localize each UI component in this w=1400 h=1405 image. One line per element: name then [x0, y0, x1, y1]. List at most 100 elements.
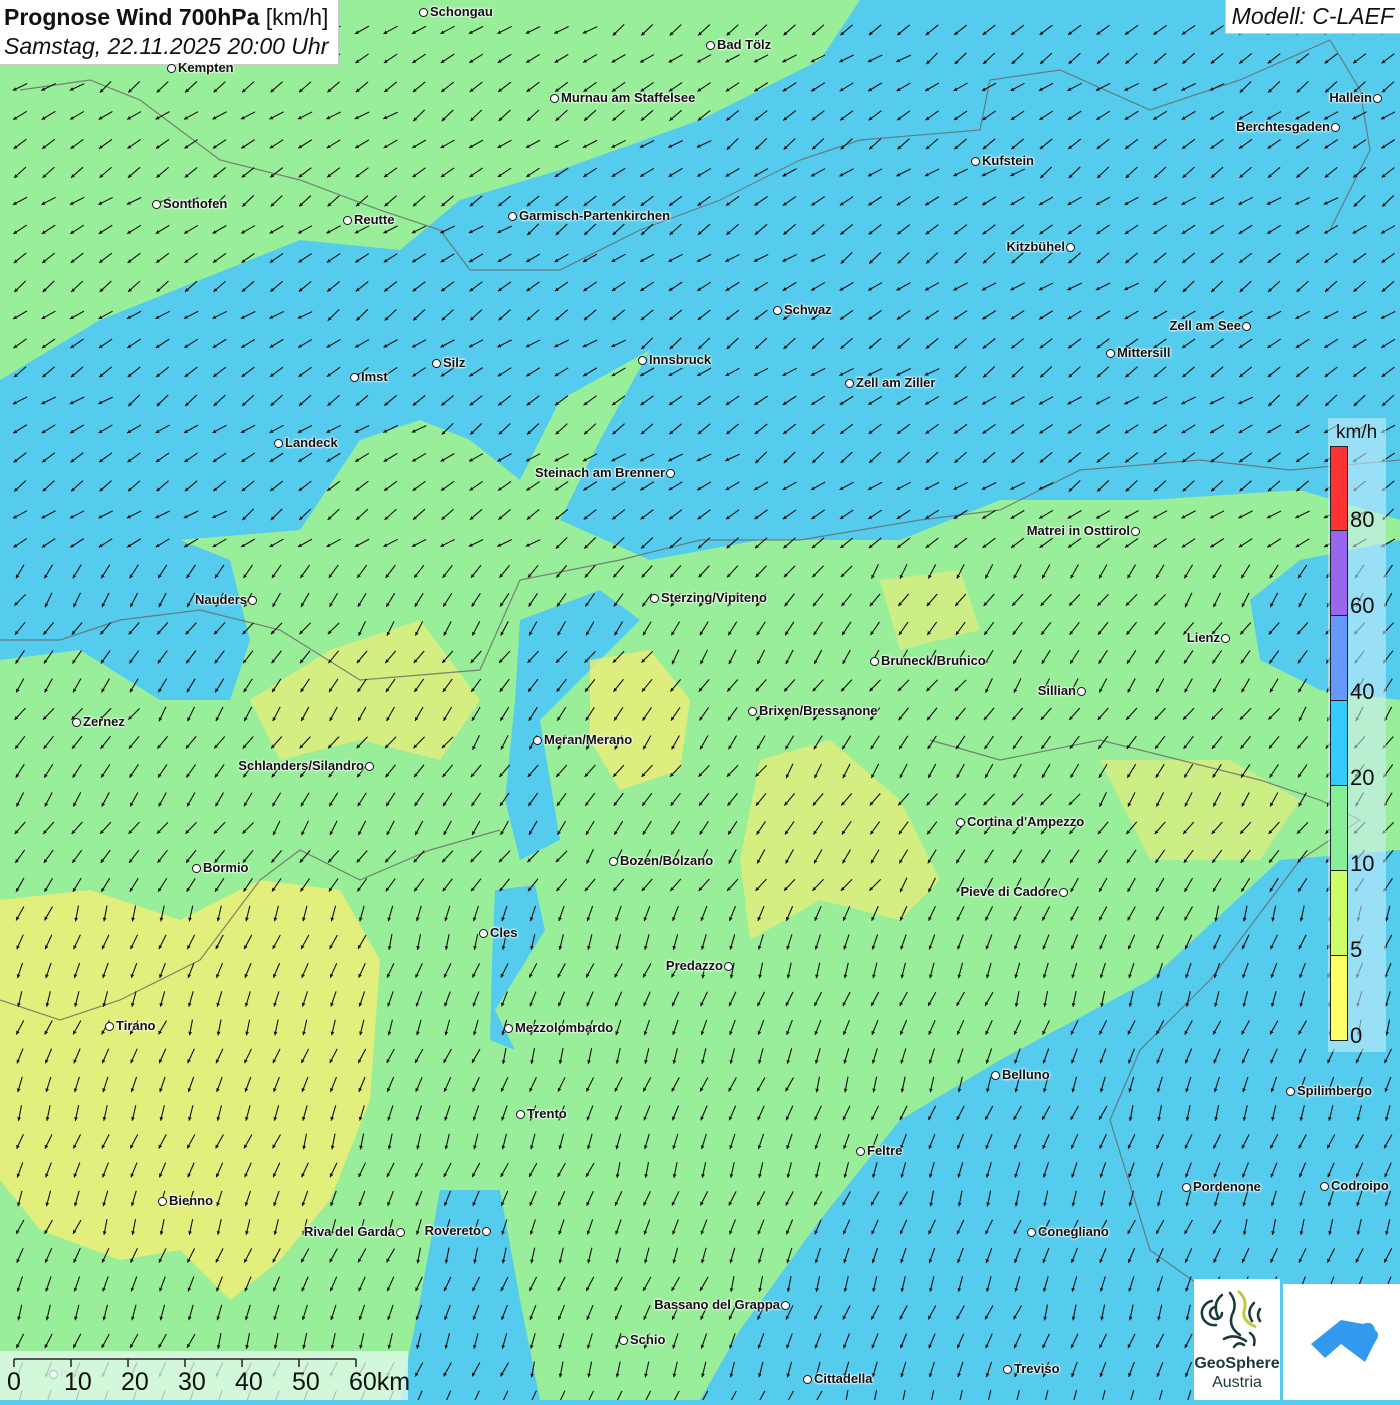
city-label: Bienno	[169, 1193, 214, 1208]
city-marker	[504, 1024, 513, 1033]
city-label: Meran/Merano	[544, 732, 633, 747]
city-label: Matrei in Osttirol	[1026, 523, 1130, 538]
scale-label: 40	[235, 1368, 263, 1396]
city-label: Bassano del Grappa	[654, 1297, 780, 1312]
city-label: Zernez	[83, 714, 125, 729]
city-label: Kufstein	[982, 153, 1034, 168]
city-marker	[350, 373, 359, 382]
geosphere-emblem-icon	[1200, 1289, 1262, 1349]
city-label: Kempten	[178, 60, 234, 75]
city-marker	[432, 359, 441, 368]
city-marker	[1320, 1182, 1329, 1191]
city-label: Nauders	[194, 592, 247, 607]
city-label: Cles	[490, 925, 518, 940]
legend-tick-label: 40	[1350, 679, 1375, 704]
city-marker	[158, 1197, 167, 1206]
city-marker	[609, 857, 618, 866]
city-label: Kitzbühel	[1006, 239, 1066, 254]
city-marker	[724, 962, 733, 971]
city-label: Schongau	[430, 4, 493, 19]
city-marker	[1221, 634, 1230, 643]
city-marker	[781, 1301, 790, 1310]
city-label: Berchtesgaden	[1236, 119, 1330, 134]
city-label: Schlanders/Silandro	[238, 758, 364, 773]
legend-tick-label: 0	[1350, 1023, 1363, 1048]
weather-app-logo	[1283, 1284, 1400, 1400]
city-label: Murnau am Staffelsee	[561, 90, 696, 105]
city-marker	[1286, 1087, 1295, 1096]
map-title: Prognose Wind 700hPa [km/h]	[4, 3, 328, 31]
city-marker	[1077, 687, 1086, 696]
city-marker	[1242, 322, 1251, 331]
city-label: Hallein	[1329, 90, 1372, 105]
city-marker	[748, 707, 757, 716]
legend-swatch	[1330, 871, 1348, 956]
city-marker	[619, 1336, 628, 1345]
mountain-cloud-icon	[1311, 1320, 1378, 1362]
city-label: Belluno	[1002, 1067, 1050, 1082]
city-label: Trento	[527, 1106, 567, 1121]
legend-swatch	[1330, 786, 1348, 871]
city-label: Innsbruck	[649, 352, 712, 367]
city-marker	[516, 1110, 525, 1119]
city-marker	[482, 1227, 491, 1236]
city-marker	[419, 8, 428, 17]
city-label: Mezzolombardo	[515, 1020, 614, 1035]
scale-label: 60km	[349, 1368, 411, 1396]
forecast-time: Samstag, 22.11.2025 20:00 Uhr	[4, 33, 329, 59]
legend-tick-label: 60	[1350, 593, 1375, 618]
city-marker	[248, 596, 257, 605]
city-marker	[1331, 123, 1340, 132]
city-marker	[1106, 349, 1115, 358]
city-marker	[773, 306, 782, 315]
city-marker	[956, 818, 965, 827]
geosphere-name: GeoSphere	[1194, 1355, 1280, 1372]
city-label: Sillian	[1037, 683, 1076, 698]
city-label: Sonthofen	[163, 196, 228, 211]
legend-swatch	[1330, 701, 1348, 786]
city-marker	[152, 200, 161, 209]
city-label: Riva del Garda	[303, 1224, 395, 1239]
city-marker	[192, 864, 201, 873]
city-label: Silz	[443, 355, 466, 370]
legend-tick-label: 20	[1350, 765, 1375, 790]
city-label: Spilimbergo	[1297, 1083, 1373, 1098]
geosphere-austria-logo: GeoSphere Austria	[1194, 1279, 1280, 1400]
city-marker	[105, 1022, 114, 1031]
city-marker	[479, 929, 488, 938]
city-label: Bozen/Bolzano	[620, 853, 714, 868]
city-marker	[396, 1228, 405, 1237]
city-marker	[638, 356, 647, 365]
city-label: Conegliano	[1038, 1224, 1109, 1239]
legend-tick-label: 10	[1350, 851, 1375, 876]
map-title-unit: [km/h]	[265, 4, 329, 30]
city-marker	[803, 1375, 812, 1384]
city-marker	[550, 94, 559, 103]
city-label: Feltre	[867, 1143, 903, 1158]
city-marker	[508, 212, 517, 221]
city-marker	[533, 736, 542, 745]
legend-swatch	[1330, 956, 1348, 1041]
geosphere-country: Austria	[1212, 1374, 1262, 1391]
city-marker	[856, 1147, 865, 1156]
legend-tick-label: 5	[1350, 937, 1363, 962]
legend-tick-label: 80	[1350, 507, 1375, 532]
map-title-main: Prognose Wind 700hPa	[4, 4, 260, 30]
city-marker	[167, 64, 176, 73]
legend-swatch	[1330, 531, 1348, 616]
city-marker	[845, 379, 854, 388]
scale-label: 30	[178, 1368, 206, 1396]
city-marker	[1059, 888, 1068, 897]
city-marker	[72, 718, 81, 727]
scale-label: 10	[64, 1368, 92, 1396]
city-marker	[365, 762, 374, 771]
city-marker	[343, 216, 352, 225]
title-box: Prognose Wind 700hPa [km/h] Samstag, 22.…	[0, 0, 340, 65]
city-marker	[1066, 243, 1075, 252]
city-marker	[666, 469, 675, 478]
city-label: Lienz	[1186, 630, 1220, 645]
city-label: Mittersill	[1117, 345, 1171, 360]
city-marker	[870, 657, 879, 666]
scale-label: 20	[121, 1368, 149, 1396]
city-label: Zell am Ziller	[856, 375, 936, 390]
